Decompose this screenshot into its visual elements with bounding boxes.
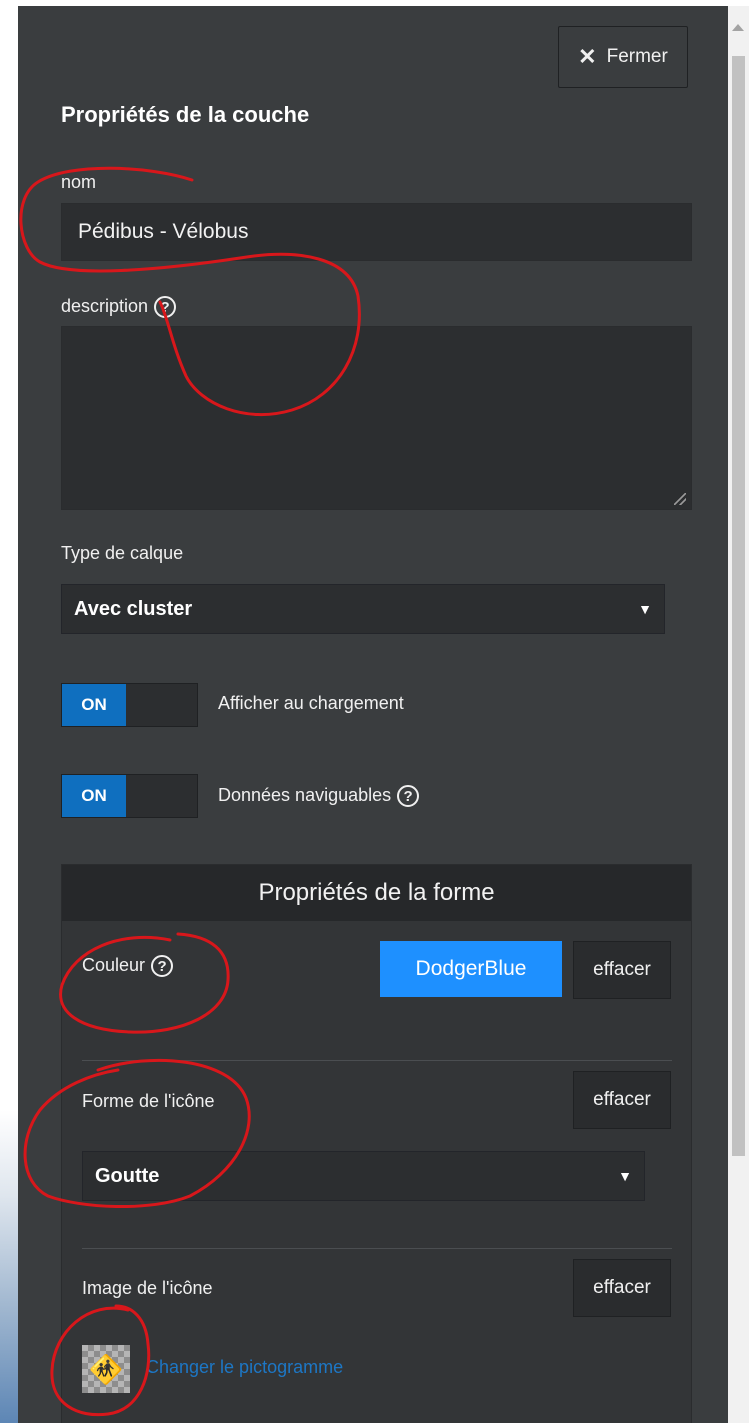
- divider: [82, 1248, 672, 1249]
- color-label-text: Couleur: [82, 955, 146, 975]
- description-label: description?: [61, 296, 177, 319]
- navigable-data-label: Données naviguables?: [218, 785, 420, 808]
- close-button-label: Fermer: [606, 46, 668, 67]
- layer-type-value: Avec cluster: [74, 597, 193, 620]
- layer-type-select[interactable]: Avec cluster ▼: [61, 584, 665, 634]
- toggle-on-label: ON: [62, 684, 126, 726]
- pedestrians-icon[interactable]: 🚸: [82, 1345, 130, 1393]
- caret-down-icon: ▼: [618, 1168, 632, 1184]
- name-label: nom: [61, 172, 97, 192]
- divider: [82, 1060, 672, 1061]
- description-textarea[interactable]: [61, 326, 692, 510]
- layer-properties-panel: ✕ Fermer Propriétés de la couche nom des…: [18, 6, 728, 1423]
- toggle-off-area: [126, 775, 197, 817]
- caret-down-icon: ▼: [638, 601, 652, 617]
- color-value-chip[interactable]: DodgerBlue: [380, 941, 562, 997]
- icon-image-label: Image de l'icône: [82, 1278, 213, 1298]
- show-on-load-label: Afficher au chargement: [218, 693, 404, 713]
- toggle-on-label: ON: [62, 775, 126, 817]
- icon-shape-value: Goutte: [95, 1164, 160, 1187]
- clear-color-button[interactable]: effacer: [573, 941, 671, 999]
- change-pictogram-link[interactable]: Changer le pictogramme: [146, 1357, 343, 1378]
- map-background-edge: [0, 0, 18, 1423]
- show-on-load-toggle[interactable]: ON: [61, 683, 198, 727]
- name-input[interactable]: [61, 203, 692, 261]
- scroll-up-arrow-icon[interactable]: [732, 24, 744, 31]
- help-icon[interactable]: ?: [151, 955, 174, 978]
- clear-icon-image-button[interactable]: effacer: [573, 1259, 671, 1317]
- clear-icon-shape-button[interactable]: effacer: [573, 1071, 671, 1129]
- close-button[interactable]: ✕ Fermer: [558, 26, 688, 88]
- navigable-data-toggle[interactable]: ON: [61, 774, 198, 818]
- shape-properties-header: Propriétés de la forme: [62, 865, 691, 921]
- help-icon[interactable]: ?: [154, 296, 177, 319]
- scrollbar-thumb[interactable]: [732, 56, 745, 1156]
- resize-handle-icon[interactable]: [674, 493, 686, 505]
- panel-title: Propriétés de la couche: [61, 102, 310, 127]
- help-icon[interactable]: ?: [397, 785, 420, 808]
- description-label-text: description: [61, 296, 149, 316]
- close-icon: ✕: [578, 44, 597, 69]
- toggle-off-area: [126, 684, 197, 726]
- icon-shape-select[interactable]: Goutte ▼: [82, 1151, 645, 1201]
- shape-properties-card: Propriétés de la forme Couleur? DodgerBl…: [61, 864, 692, 1423]
- vertical-scrollbar[interactable]: [728, 6, 749, 1423]
- color-label: Couleur?: [82, 955, 174, 978]
- icon-shape-label: Forme de l'icône: [82, 1091, 215, 1111]
- navigable-data-label-text: Données naviguables: [218, 785, 392, 805]
- layer-type-label: Type de calque: [61, 543, 184, 563]
